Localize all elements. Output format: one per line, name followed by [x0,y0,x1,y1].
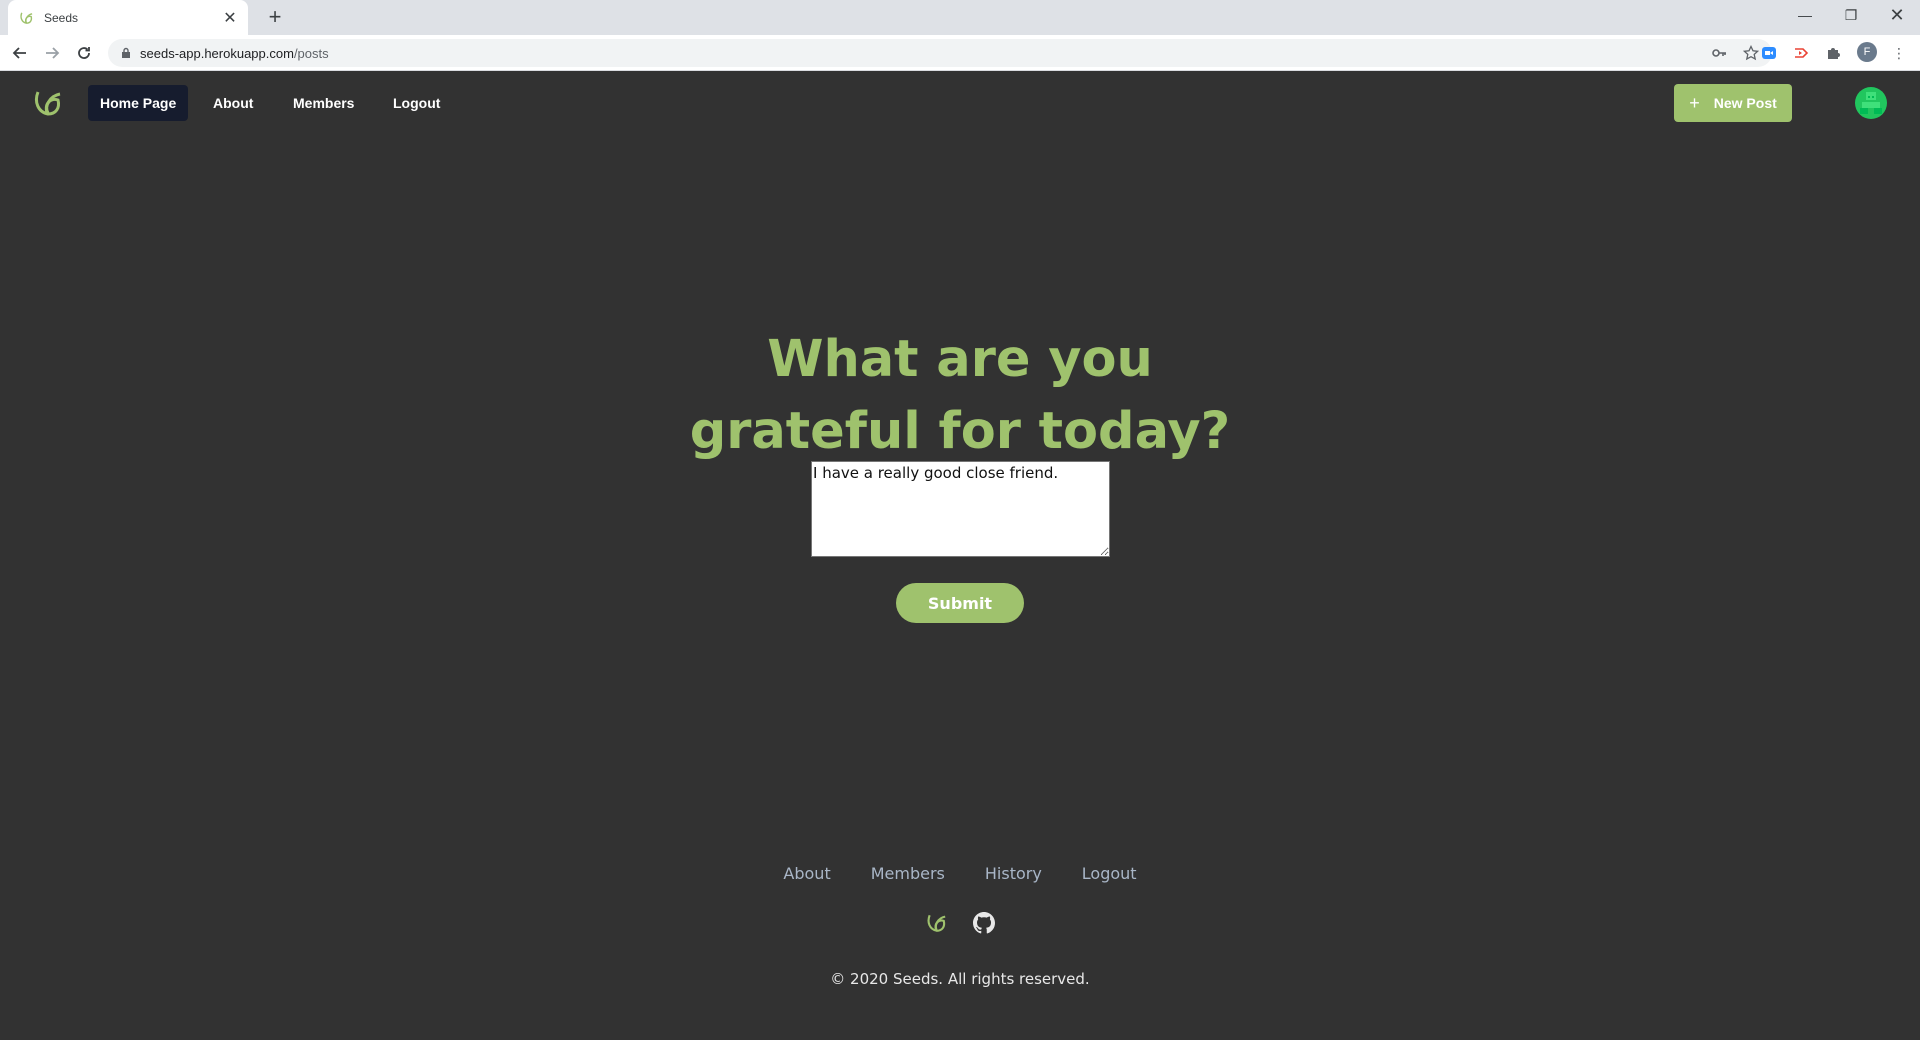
browser-tab[interactable]: Seeds ✕ [8,0,248,35]
browser-toolbar: seeds-app.herokuapp.com/posts F ⋮ [0,35,1920,71]
seeds-logo-icon[interactable] [30,86,64,120]
reload-icon[interactable] [72,41,96,65]
nav-item-about[interactable]: About [201,85,265,121]
submit-button[interactable]: Submit [896,583,1024,623]
nav-item-home-page[interactable]: Home Page [88,85,189,121]
nav-item-logout[interactable]: Logout [381,85,452,121]
kebab-menu-icon[interactable]: ⋮ [1890,44,1908,62]
footer-link-logout[interactable]: Logout [1082,864,1137,883]
tab-title: Seeds [44,10,79,25]
window-close-icon[interactable]: ✕ [1874,0,1920,30]
page-title: What are you grateful for today? [660,324,1260,468]
nav-item-members[interactable]: Members [281,85,366,121]
copyright-text: © 2020 Seeds. All rights reserved. [830,970,1090,988]
restore-icon[interactable]: ❐ [1828,0,1874,30]
footer-links: About Members History Logout [0,864,1920,883]
url-host: seeds-app.herokuapp.com [140,45,294,61]
tab-close-icon[interactable]: ✕ [222,8,238,28]
browser-tab-strip: Seeds ✕ + — ❐ ✕ [0,0,1920,35]
url-text: seeds-app.herokuapp.com/posts [140,46,1696,61]
plus-icon: + [1689,92,1700,113]
key-icon[interactable] [1710,44,1728,62]
cast-extension-icon[interactable] [1792,44,1810,62]
page-title-line2: grateful for today? [689,402,1231,461]
back-icon[interactable] [8,41,32,65]
github-icon[interactable] [971,910,997,936]
profile-avatar[interactable]: F [1857,42,1877,62]
new-post-button[interactable]: + New Post [1674,84,1792,122]
user-avatar[interactable] [1855,87,1887,119]
forward-icon[interactable] [40,41,64,65]
footer-link-history[interactable]: History [985,864,1042,883]
url-path: /posts [293,45,329,61]
minimize-icon[interactable]: — [1782,0,1828,30]
puzzle-extensions-icon[interactable] [1824,44,1842,62]
app-navbar: Home Page About Members Logout + New Pos… [0,72,1920,134]
new-post-label: New Post [1713,95,1777,111]
new-tab-icon[interactable]: + [262,5,288,31]
footer-link-members[interactable]: Members [871,864,945,883]
lock-icon[interactable] [120,47,132,59]
footer-link-about[interactable]: About [783,864,830,883]
main-content: What are you grateful for today? I have … [0,134,1920,834]
zoom-extension-icon[interactable] [1760,44,1778,62]
gratitude-textarea[interactable]: I have a really good close friend. [811,461,1110,557]
seeds-footer-logo-icon[interactable] [923,910,949,936]
seeds-favicon-icon [18,10,34,26]
page-title-line1: What are you [767,330,1153,389]
star-icon[interactable] [1742,44,1760,62]
address-bar[interactable]: seeds-app.herokuapp.com/posts [108,39,1772,67]
footer-icons [0,910,1920,936]
